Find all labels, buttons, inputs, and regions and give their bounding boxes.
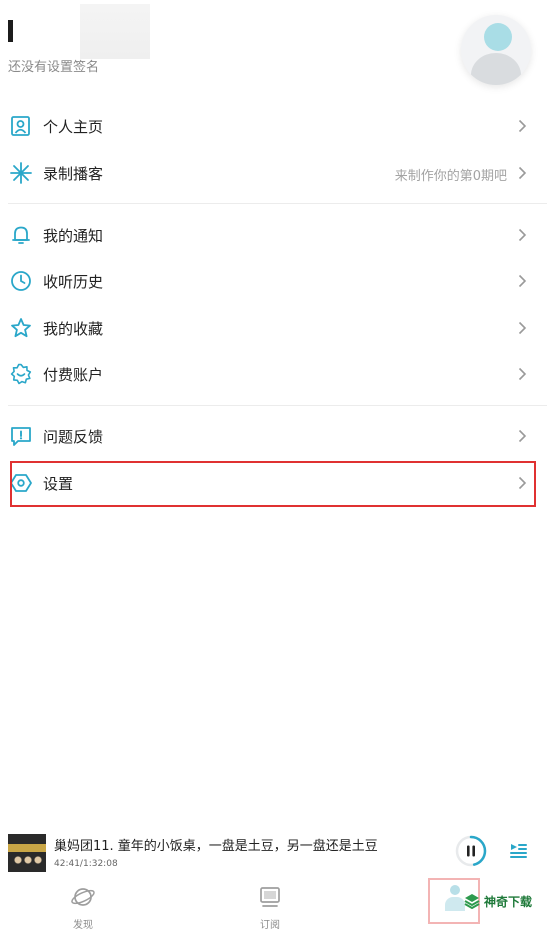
badge-icon	[10, 363, 32, 385]
tab-label: 发现	[73, 920, 93, 931]
chevron-right-icon	[518, 367, 527, 381]
watermark-text: 神奇下载	[484, 895, 533, 909]
menu-item-label: 个人主页	[43, 118, 104, 136]
menu-item-label: 收听历史	[43, 273, 104, 291]
tab-discover[interactable]: 发现	[43, 884, 123, 931]
chevron-right-icon	[518, 321, 527, 335]
album-cover[interactable]	[8, 834, 46, 872]
divider	[8, 203, 547, 204]
divider	[8, 405, 547, 406]
menu-item-profile[interactable]: 个人主页	[0, 103, 547, 149]
track-title: 巢妈团11. 童年的小饭桌，一盘是土豆，另一盘还是土豆	[54, 839, 378, 854]
username	[8, 20, 13, 42]
chevron-right-icon	[518, 429, 527, 443]
chevron-right-icon	[518, 228, 527, 242]
username-blur	[80, 4, 150, 59]
chevron-right-icon	[518, 166, 527, 180]
subscriptions-icon	[260, 887, 280, 907]
profile-signature[interactable]: 还没有设置签名	[8, 56, 99, 75]
feedback-icon	[11, 427, 31, 446]
settings-highlight-box	[10, 461, 536, 507]
menu-item-hint: 来制作你的第0期吧	[394, 169, 507, 184]
menu-item-label: 我的收藏	[43, 320, 104, 338]
pause-button[interactable]	[455, 835, 487, 867]
chevron-right-icon	[518, 119, 527, 133]
mini-player[interactable]: 巢妈团11. 童年的小饭桌，一盘是土豆，另一盘还是土豆 42:41/1:32:0…	[0, 826, 547, 878]
tab-label: 订阅	[260, 920, 280, 931]
track-time: 42:41/1:32:08	[54, 859, 118, 869]
sparkle-icon	[10, 162, 32, 184]
menu-item-paid-account[interactable]: 付费账户	[0, 351, 547, 397]
tab-subscriptions[interactable]: 订阅	[230, 884, 310, 931]
menu-item-favorites[interactable]: 我的收藏	[0, 305, 547, 351]
menu-item-feedback[interactable]: 问题反馈	[0, 413, 547, 459]
menu-item-label: 我的通知	[43, 227, 104, 245]
menu-item-label: 付费账户	[43, 366, 104, 384]
menu-item-record-podcast[interactable]: 录制播客 来制作你的第0期吧	[0, 150, 547, 196]
menu-item-label: 问题反馈	[43, 428, 104, 446]
watermark-logo-icon	[464, 894, 480, 909]
bell-icon	[12, 226, 30, 244]
menu-item-history[interactable]: 收听历史	[0, 258, 547, 304]
chevron-right-icon	[518, 274, 527, 288]
menu-item-label: 录制播客	[43, 165, 104, 183]
star-icon	[11, 318, 31, 338]
user-card-icon	[11, 116, 30, 136]
menu-item-notifications[interactable]: 我的通知	[0, 212, 547, 258]
clock-icon	[11, 271, 31, 291]
avatar[interactable]	[461, 15, 531, 85]
playlist-icon[interactable]	[503, 836, 533, 866]
planet-icon	[71, 888, 95, 906]
